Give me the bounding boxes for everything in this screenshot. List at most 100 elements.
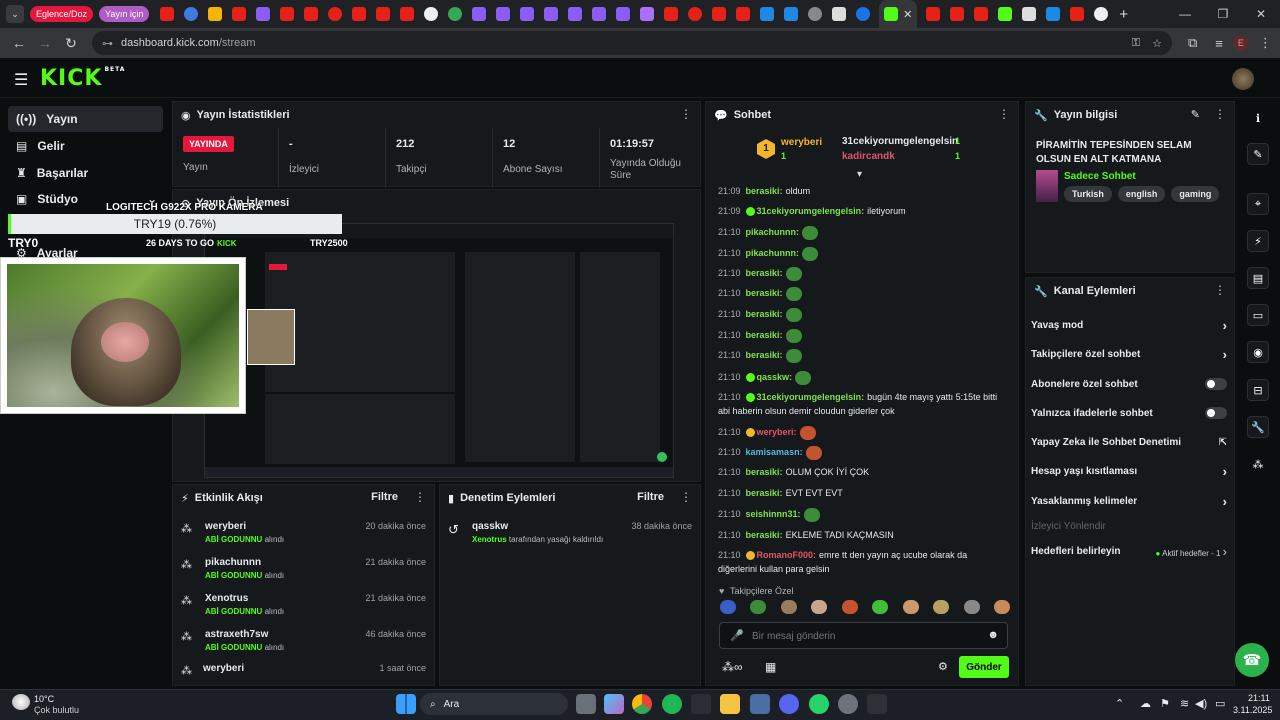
chat-username[interactable]: berasiki: [746, 309, 783, 319]
doc-tab-icon[interactable] [832, 7, 847, 21]
minimize-icon[interactable]: — [1166, 0, 1204, 28]
task-view-icon[interactable] [576, 694, 596, 714]
info-icon[interactable]: ℹ [1247, 107, 1269, 129]
app-icon[interactable] [838, 694, 858, 714]
kick-dots-icon[interactable]: ⁂ [1247, 453, 1269, 475]
app-icon[interactable] [750, 694, 770, 714]
chat-username[interactable]: qasskw: [757, 372, 793, 382]
kebab-icon[interactable]: ⋮ [998, 108, 1010, 120]
chat-username[interactable]: pikachunnn: [746, 248, 800, 258]
back-icon[interactable]: ← [8, 35, 30, 51]
chat-username[interactable]: berasiki: [746, 488, 783, 498]
hamburger-menu-icon[interactable]: ☰ [14, 70, 28, 90]
chat-username[interactable]: berasiki: [746, 288, 783, 298]
file-explorer-icon[interactable] [720, 694, 740, 714]
pen-tab-icon[interactable] [544, 7, 559, 21]
action-ai-moderation[interactable]: Yapay Zeka ile Sohbet Denetimi ⇱ [1031, 432, 1227, 452]
chat-username[interactable]: berasiki: [746, 530, 783, 540]
tag-chip[interactable]: gaming [1171, 186, 1220, 202]
tab-icon[interactable] [1046, 7, 1061, 21]
youtube-tab-icon[interactable] [1070, 7, 1085, 21]
category-link[interactable]: Sadece Sohbet [1064, 171, 1136, 182]
profile-avatar[interactable]: E [1232, 35, 1249, 51]
youtube-tab-icon[interactable] [688, 7, 703, 21]
pen-tab-icon[interactable] [616, 7, 631, 21]
omnibox[interactable]: ⊶ dashboard.kick.com/stream ⚿ ☆ [92, 31, 1172, 55]
emote-icon[interactable] [902, 600, 919, 614]
filter-button[interactable]: Filtre [371, 491, 398, 503]
media-control-icon[interactable]: ≡ [1215, 36, 1223, 51]
action-set-goals[interactable]: Hedefleri belirleyin ● Aktif hedefler - 1… [1031, 541, 1227, 561]
top-gifter-name[interactable]: weryberi [781, 137, 822, 148]
youtube-tab-icon[interactable] [736, 7, 751, 21]
pen-tab-icon[interactable] [592, 7, 607, 21]
activity-user[interactable]: astraxeth7sw [205, 629, 268, 640]
chat-username[interactable]: berasiki: [746, 467, 783, 477]
mic-icon[interactable]: 🎤 [730, 629, 744, 642]
action-followers-only[interactable]: Takipçilere özel sohbet › [1031, 344, 1227, 364]
pen-tab-icon[interactable] [496, 7, 511, 21]
tab-icon[interactable] [1094, 7, 1109, 21]
chat-message-input[interactable] [752, 628, 972, 644]
pinned-tab-group-2[interactable]: Yayın için [99, 6, 150, 22]
chat-bubble-icon[interactable]: ▭ [1247, 304, 1269, 326]
chat-username[interactable]: berasiki: [746, 330, 783, 340]
chrome-taskbar-icon[interactable] [632, 694, 652, 714]
nav-item-revenue[interactable]: ▤ Gelir [8, 133, 163, 159]
action-slow-mode[interactable]: Yavaş mod › [1031, 315, 1227, 335]
clip-icon[interactable]: ⌖ [1247, 193, 1269, 215]
user-avatar[interactable] [1232, 68, 1254, 90]
weather-icon[interactable] [12, 694, 30, 710]
pen-tab-icon[interactable] [568, 7, 583, 21]
send-button[interactable]: Gönder [959, 656, 1009, 678]
active-tab[interactable]: ✕ [879, 0, 918, 28]
emote-icon[interactable] [963, 600, 980, 614]
expand-chevron-icon[interactable]: ▾ [857, 169, 862, 180]
pinned-tab-group-1[interactable]: Eglence/Doz [30, 6, 94, 22]
activity-user[interactable]: Xenotrus [205, 593, 248, 604]
youtube-tab-icon[interactable] [974, 7, 989, 21]
lightning-icon[interactable]: ⚡ [1247, 230, 1269, 252]
extensions-icon[interactable]: ⧉ [1188, 35, 1197, 51]
tag-chip[interactable]: english [1117, 186, 1166, 202]
support-chat-button[interactable]: ☎ [1235, 643, 1269, 677]
copilot-icon[interactable] [604, 694, 624, 714]
tray-app-icon[interactable]: ⚑ [1160, 697, 1170, 710]
emote-icon[interactable] [933, 600, 950, 614]
kick-dots-infinity-icon[interactable]: ⁂∞ [722, 660, 743, 674]
chat-username[interactable]: 31cekiyorumgelengelsin: [757, 392, 865, 402]
moderation-user[interactable]: qasskw [472, 521, 508, 532]
kebab-icon[interactable]: ⋮ [414, 491, 426, 503]
chrome-tab-icon[interactable] [448, 7, 463, 21]
chrome-tab-icon[interactable] [424, 7, 439, 21]
volume-icon[interactable]: ◀) [1195, 697, 1207, 710]
drive-tab-icon[interactable] [208, 7, 223, 21]
chat-username[interactable]: berasiki: [746, 186, 783, 196]
password-key-icon[interactable]: ⚿ [1132, 37, 1140, 50]
close-tab-icon[interactable]: ✕ [903, 8, 912, 21]
close-window-icon[interactable]: ✕ [1242, 0, 1280, 28]
chat-username[interactable]: 31cekiyorumgelengelsin: [757, 206, 865, 216]
emote-icon[interactable] [841, 600, 858, 614]
chat-username[interactable]: berasiki: [746, 268, 783, 278]
discord-icon[interactable] [779, 694, 799, 714]
forward-icon[interactable]: → [34, 35, 56, 51]
gif-tab-icon[interactable] [760, 7, 775, 21]
activity-user[interactable]: weryberi [203, 663, 244, 674]
youtube-tab-icon[interactable] [280, 7, 295, 21]
store-icon[interactable]: ▦ [765, 660, 776, 674]
tab-icon[interactable] [856, 7, 871, 21]
chat-input-box[interactable]: 🎤 ☻ [719, 622, 1008, 649]
emoji-icon[interactable]: ☻ [987, 629, 999, 641]
activity-user[interactable]: pikachunnn [205, 557, 261, 568]
emotes-only-toggle[interactable] [1205, 407, 1227, 419]
filter-button[interactable]: Filtre [637, 491, 664, 503]
wrench-icon[interactable]: 🔧 [1247, 416, 1269, 438]
bookmark-star-icon[interactable]: ☆ [1152, 37, 1162, 50]
restore-icon[interactable]: ❐ [1204, 0, 1242, 28]
edit-pencil-icon[interactable]: ✎ [1191, 108, 1200, 121]
clock-time[interactable]: 21:11 [1248, 693, 1270, 703]
kebab-icon[interactable]: ⋮ [1214, 284, 1226, 296]
youtube-tab-icon[interactable] [712, 7, 727, 21]
top-gifter-name[interactable]: kadircandk [842, 151, 895, 162]
